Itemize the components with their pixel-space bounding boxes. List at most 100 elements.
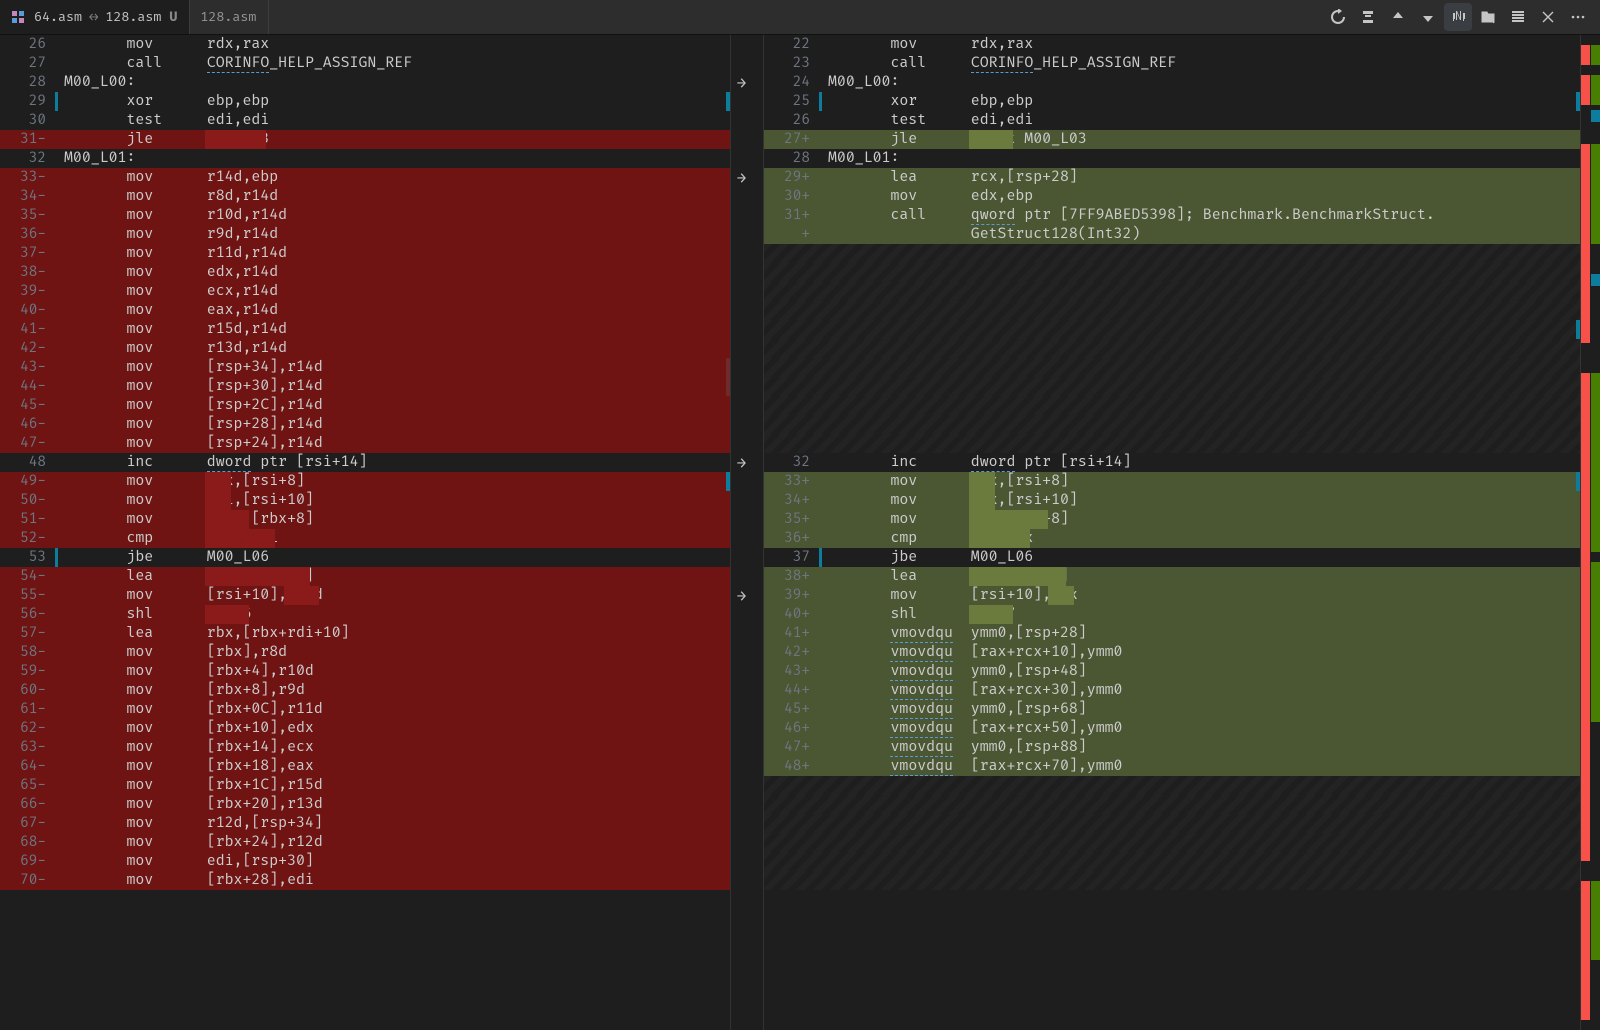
prev-change-icon[interactable]: [1384, 3, 1412, 31]
code-line: 62- mov [rbx+10],edx: [0, 719, 730, 738]
overview-marker[interactable]: [1581, 881, 1590, 1020]
diff-pane-left[interactable]: 26 mov rdx,rax27 call CORINFO_HELP_ASSIG…: [0, 35, 730, 1030]
code-line: 42- mov r13d,r14d: [0, 339, 730, 358]
more-icon[interactable]: [1564, 3, 1592, 31]
overview-marker[interactable]: [1581, 45, 1590, 65]
code-line: 68- mov [rbx+24],r12d: [0, 833, 730, 852]
code-line: 32 inc dword ptr [rsi+14]: [764, 453, 1580, 472]
revert-change-arrow[interactable]: →: [737, 74, 746, 93]
code-line: 31+ call qword ptr [7FF9ABED5398]; Bench…: [764, 206, 1580, 225]
toggle-whitespace-icon[interactable]: [1444, 3, 1472, 31]
editor-actions: [1324, 0, 1600, 34]
code-line: 57- lea rbx,[rbx+rdi+10]: [0, 624, 730, 643]
code-line: 64- mov [rbx+18],eax: [0, 757, 730, 776]
overview-marker[interactable]: [1581, 562, 1590, 861]
overview-marker[interactable]: [1591, 274, 1600, 286]
code-line: 39- mov ecx,r14d: [0, 282, 730, 301]
code-line: 39+ mov [rsi+10],edx: [764, 586, 1580, 605]
code-line: 29 xor ebp,ebp: [0, 92, 730, 111]
tab-inactive-label: 128.asm: [200, 9, 256, 25]
code-line: 36- mov r9d,r14d: [0, 225, 730, 244]
code-line: 35- mov r10d,r14d: [0, 206, 730, 225]
code-line: 56- shl rdi,6: [0, 605, 730, 624]
tab-diff-active[interactable]: 64.asm ↔ 128.asm U: [0, 0, 190, 34]
code-line: 37 jbe M00_L06: [764, 548, 1580, 567]
code-line: 59- mov [rbx+4],r10d: [0, 662, 730, 681]
code-line: 31- jle M00_L03: [0, 130, 730, 149]
code-line: 44- mov [rsp+30],r14d: [0, 377, 730, 396]
code-line: 43+ vmovdqu ymm0,[rsp+48]: [764, 662, 1580, 681]
code-line: 43- mov [rsp+34],r14d: [0, 358, 730, 377]
diff-editor: 26 mov rdx,rax27 call CORINFO_HELP_ASSIG…: [0, 35, 1600, 1030]
code-line: 70- mov [rbx+28],edi: [0, 871, 730, 890]
overview-ruler[interactable]: [1580, 35, 1600, 1030]
tab-inactive[interactable]: 128.asm: [190, 0, 269, 34]
code-line: 22 mov rdx,rax: [764, 35, 1580, 54]
overview-marker[interactable]: [1581, 144, 1590, 343]
code-line: 51- mov r12d,[rbx+8]: [0, 510, 730, 529]
revert-icon[interactable]: [1324, 3, 1352, 31]
code-line: 27+ jle short M00_L03: [764, 130, 1580, 149]
diff-pane-right[interactable]: 22 mov rdx,rax23 call CORINFO_HELP_ASSIG…: [764, 35, 1580, 1030]
revert-change-arrow[interactable]: →: [737, 454, 746, 473]
code-line: 63- mov [rbx+14],ecx: [0, 738, 730, 757]
code-line: 48+ vmovdqu [rax+rcx+70],ymm0: [764, 757, 1580, 776]
overview-marker[interactable]: [1581, 513, 1590, 543]
code-line: 45- mov [rsp+2C],r14d: [0, 396, 730, 415]
code-line: 41+ vmovdqu ymm0,[rsp+28]: [764, 624, 1580, 643]
code-line: 23 call CORINFO_HELP_ASSIGN_REF: [764, 54, 1580, 73]
tab-connector: ↔: [90, 10, 97, 25]
overview-marker[interactable]: [1591, 110, 1600, 122]
code-line: 33+ mov rax,[rsi+8]: [764, 472, 1580, 491]
code-line: 40+ shl rcx,7: [764, 605, 1580, 624]
code-line: 26 test edi,edi: [764, 111, 1580, 130]
code-line: 29+ lea rcx,[rsp+28]: [764, 168, 1580, 187]
overview-marker[interactable]: [1591, 513, 1600, 543]
code-line: 60- mov [rbx+8],r9d: [0, 681, 730, 700]
code-line: 28M00_L00:: [0, 73, 730, 92]
code-line: 30+ mov edx,ebp: [764, 187, 1580, 206]
code-line: 45+ vmovdqu ymm0,[rsp+68]: [764, 700, 1580, 719]
code-line: 28M00_L01:: [764, 149, 1580, 168]
next-change-icon[interactable]: [1414, 3, 1442, 31]
close-icon[interactable]: [1534, 3, 1562, 31]
diff-gutter[interactable]: → → → →: [730, 35, 764, 1030]
code-line: 69- mov edi,[rsp+30]: [0, 852, 730, 871]
code-line: 66- mov [rbx+20],r13d: [0, 795, 730, 814]
code-line: 32M00_L01:: [0, 149, 730, 168]
code-line: 58- mov [rbx],r8d: [0, 643, 730, 662]
code-line: 50- mov edi,[rsi+10]: [0, 491, 730, 510]
revert-change-arrow[interactable]: →: [737, 169, 746, 188]
code-line: 52- cmp r12d,edi: [0, 529, 730, 548]
code-line: 55- mov [rsi+10],r12d: [0, 586, 730, 605]
code-line: 47- mov [rsp+24],r14d: [0, 434, 730, 453]
code-line: 47+ vmovdqu ymm0,[rsp+88]: [764, 738, 1580, 757]
code-line: 40- mov eax,r14d: [0, 301, 730, 320]
code-line: 46+ vmovdqu [rax+rcx+50],ymm0: [764, 719, 1580, 738]
diff-icon: [10, 9, 26, 25]
code-line: 54- lea r12d,[rdi+1]: [0, 567, 730, 586]
overview-marker[interactable]: [1591, 75, 1600, 105]
code-line: 30 test edi,edi: [0, 111, 730, 130]
revert-change-arrow[interactable]: →: [737, 587, 746, 606]
overview-marker[interactable]: [1581, 75, 1590, 105]
open-file-icon[interactable]: [1474, 3, 1502, 31]
code-line: 36+ cmp edx,ecx: [764, 529, 1580, 548]
overview-marker[interactable]: [1591, 45, 1600, 65]
split-icon[interactable]: [1504, 3, 1532, 31]
tabbar-spacer: [269, 0, 1324, 34]
code-line: 37- mov r11d,r14d: [0, 244, 730, 263]
collapse-unchanged-icon[interactable]: [1354, 3, 1382, 31]
overview-marker[interactable]: [1591, 562, 1600, 721]
code-line: 35+ mov edx,[rax+8]: [764, 510, 1580, 529]
code-line: 65- mov [rbx+1C],r15d: [0, 776, 730, 795]
code-line: 34- mov r8d,r14d: [0, 187, 730, 206]
code-line: 61- mov [rbx+0C],r11d: [0, 700, 730, 719]
tab-status-letter: U: [169, 9, 177, 25]
overview-marker[interactable]: [1591, 144, 1600, 244]
overview-marker[interactable]: [1591, 881, 1600, 961]
code-line: 34+ mov ecx,[rsi+10]: [764, 491, 1580, 510]
code-line: 38- mov edx,r14d: [0, 263, 730, 282]
code-line: 26 mov rdx,rax: [0, 35, 730, 54]
tab-bar: 64.asm ↔ 128.asm U 128.asm: [0, 0, 1600, 35]
